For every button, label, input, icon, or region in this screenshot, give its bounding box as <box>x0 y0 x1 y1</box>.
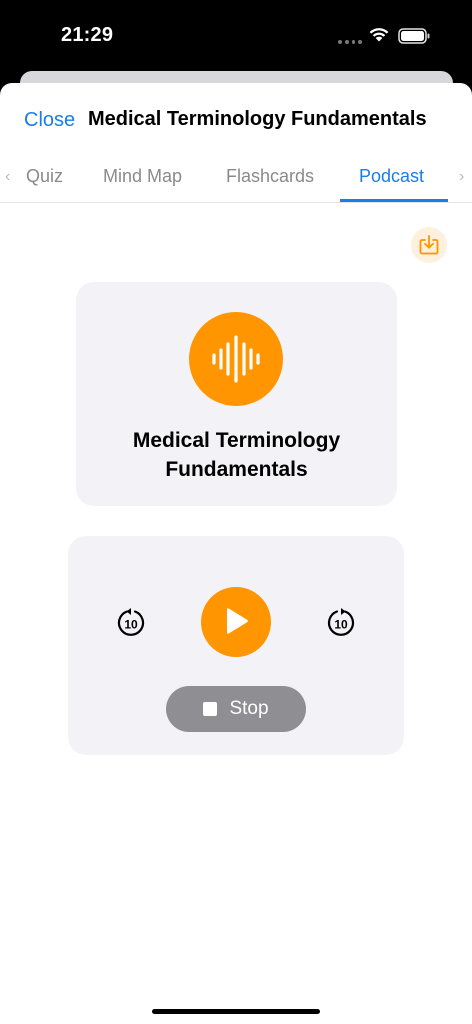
chevron-right-icon[interactable]: › <box>459 168 464 186</box>
content-sheet: Close Medical Terminology Fundamentals ‹… <box>0 83 472 1024</box>
status-time: 21:29 <box>61 24 114 46</box>
home-indicator[interactable] <box>152 1009 320 1014</box>
stop-label: Stop <box>229 698 269 719</box>
play-icon <box>227 608 248 634</box>
play-button[interactable] <box>201 587 271 657</box>
skip-forward-icon: 10 <box>327 608 355 636</box>
stop-icon <box>203 702 218 716</box>
tab-mind-map[interactable]: Mind Map <box>103 166 182 187</box>
tab-podcast[interactable]: Podcast <box>359 166 424 187</box>
waveform-icon <box>212 335 260 383</box>
player-controls-card: 10 10 Stop <box>68 536 404 755</box>
chevron-left-icon[interactable]: ‹ <box>5 168 10 186</box>
close-button[interactable]: Close <box>24 109 75 132</box>
download-button[interactable] <box>411 227 447 263</box>
stop-button[interactable]: Stop <box>166 686 306 732</box>
sheet-title: Medical Terminology Fundamentals <box>88 108 427 130</box>
skip-back-icon: 10 <box>117 608 145 636</box>
cover-icon-circle <box>189 312 283 406</box>
svg-text:10: 10 <box>124 618 138 632</box>
battery-icon <box>398 28 430 44</box>
app-screen: 21:29 Close Medical Terminology Fundamen… <box>0 0 472 1024</box>
wifi-icon <box>369 28 389 42</box>
podcast-cover-card: Medical Terminology Fundamentals <box>76 282 397 506</box>
signal-dots-icon <box>338 40 362 44</box>
tab-quiz[interactable]: Quiz <box>26 166 63 187</box>
status-bar: 21:29 <box>0 0 472 70</box>
download-icon <box>419 235 439 255</box>
active-tab-indicator <box>340 199 448 202</box>
svg-text:10: 10 <box>334 618 348 632</box>
skip-forward-10-button[interactable]: 10 <box>323 605 359 641</box>
tab-bar: ‹ Quiz Mind Map Flashcards Podcast › <box>0 160 472 203</box>
skip-back-10-button[interactable]: 10 <box>113 605 149 641</box>
podcast-title: Medical Terminology Fundamentals <box>132 429 341 481</box>
tab-flashcards[interactable]: Flashcards <box>226 166 314 187</box>
